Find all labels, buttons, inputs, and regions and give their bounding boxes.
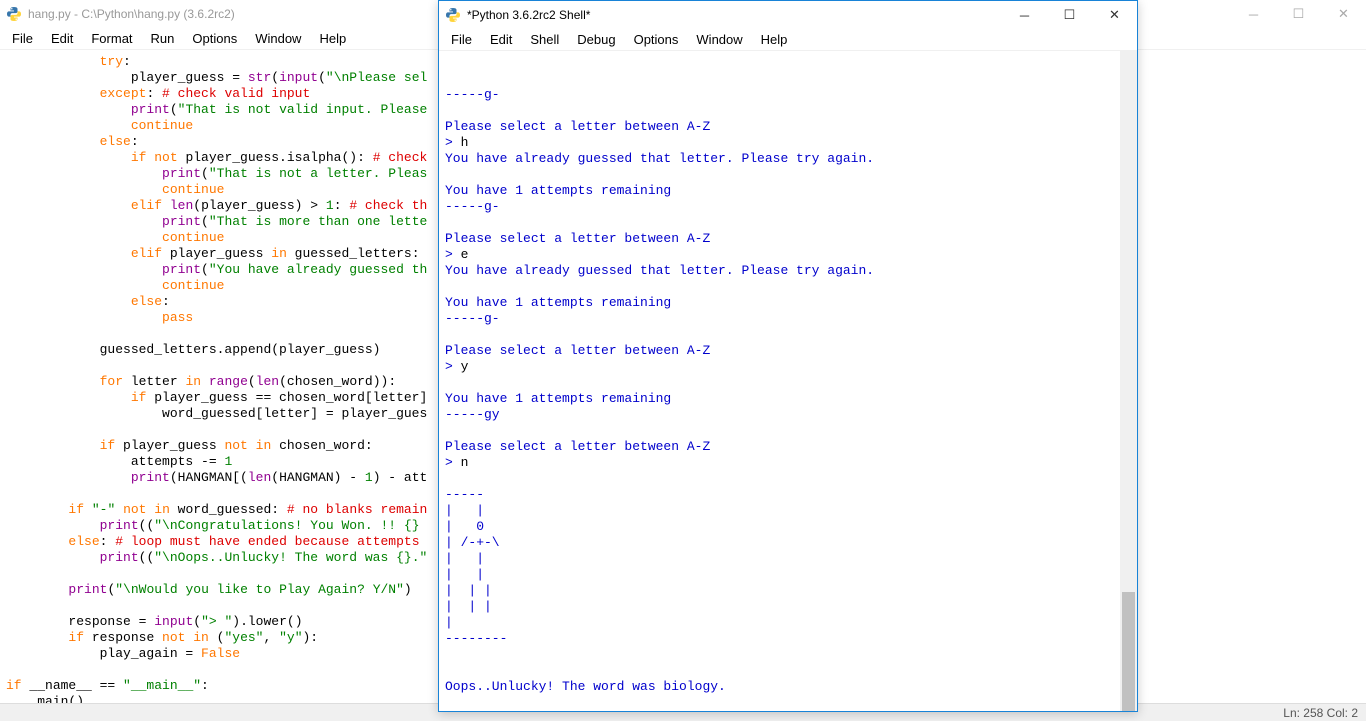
close-button[interactable]: ✕ — [1092, 1, 1137, 29]
menu-format[interactable]: Format — [83, 29, 140, 48]
cursor-position: Ln: 258 Col: 2 — [1283, 706, 1358, 720]
minimize-button[interactable]: ─ — [1231, 0, 1276, 28]
menu-help[interactable]: Help — [753, 30, 796, 49]
scrollbar-thumb[interactable] — [1122, 592, 1135, 711]
menu-options[interactable]: Options — [184, 29, 245, 48]
close-button[interactable]: ✕ — [1321, 0, 1366, 28]
shell-output[interactable]: -----g- Please select a letter between A… — [439, 51, 1137, 711]
menu-window[interactable]: Window — [247, 29, 309, 48]
shell-title: *Python 3.6.2rc2 Shell* — [467, 8, 1002, 22]
editor-window-controls: ─ ☐ ✕ — [1231, 0, 1366, 28]
menu-help[interactable]: Help — [311, 29, 354, 48]
minimize-button[interactable]: ─ — [1002, 1, 1047, 29]
menu-file[interactable]: File — [4, 29, 41, 48]
scrollbar-vertical[interactable] — [1120, 51, 1137, 711]
shell-menubar: File Edit Shell Debug Options Window Hel… — [439, 29, 1137, 51]
menu-run[interactable]: Run — [143, 29, 183, 48]
shell-window-controls: ─ ☐ ✕ — [1002, 1, 1137, 29]
python-icon — [6, 6, 22, 22]
python-icon — [445, 7, 461, 23]
menu-debug[interactable]: Debug — [569, 30, 623, 49]
menu-edit[interactable]: Edit — [43, 29, 81, 48]
menu-file[interactable]: File — [443, 30, 480, 49]
maximize-button[interactable]: ☐ — [1047, 1, 1092, 29]
menu-window[interactable]: Window — [688, 30, 750, 49]
maximize-button[interactable]: ☐ — [1276, 0, 1321, 28]
shell-titlebar[interactable]: *Python 3.6.2rc2 Shell* ─ ☐ ✕ — [439, 1, 1137, 29]
menu-shell[interactable]: Shell — [522, 30, 567, 49]
shell-window: *Python 3.6.2rc2 Shell* ─ ☐ ✕ File Edit … — [438, 0, 1138, 712]
menu-edit[interactable]: Edit — [482, 30, 520, 49]
menu-options[interactable]: Options — [626, 30, 687, 49]
